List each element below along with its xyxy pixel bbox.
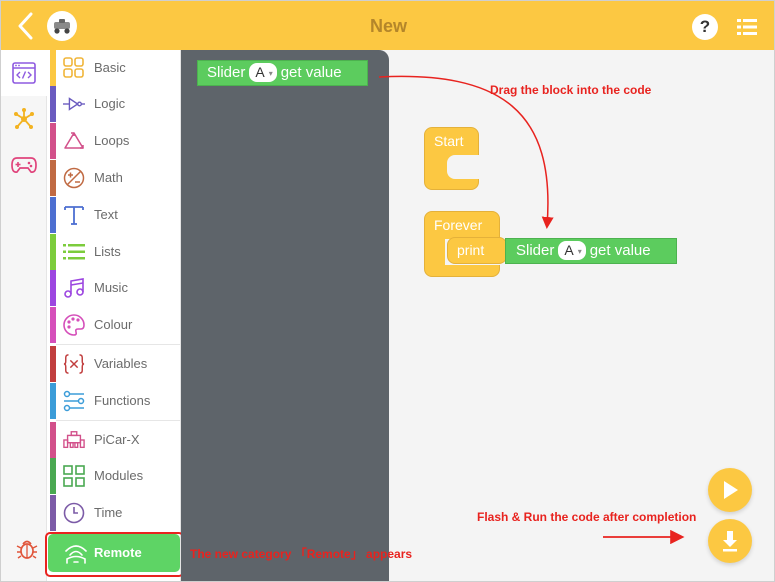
category-color-bar: [50, 346, 56, 382]
slider-get-value-block[interactable]: Slider A ▾ get value: [197, 60, 368, 86]
grid-icon: [63, 57, 85, 79]
code-window-icon: [12, 62, 36, 84]
braces-x-icon: [63, 353, 85, 375]
category-colour[interactable]: Colour: [47, 307, 180, 343]
download-icon: [723, 531, 737, 552]
category-remote[interactable]: Remote: [48, 534, 180, 572]
category-label: Logic: [94, 96, 126, 111]
category-modules[interactable]: Modules: [47, 458, 180, 494]
category-label: Remote: [94, 545, 142, 560]
run-button[interactable]: [708, 468, 752, 512]
category-divider: [56, 344, 180, 345]
bug-debug-icon[interactable]: [15, 537, 39, 561]
annotation-flash: Flash & Run the code after completion: [477, 510, 697, 524]
category-color-bar: [50, 50, 56, 86]
category-label: PiCar-X: [94, 432, 140, 447]
plus-minus-icon: [63, 167, 85, 189]
start-block-notch: [447, 155, 480, 179]
list-icon: [63, 241, 85, 263]
category-label: Colour: [94, 317, 133, 332]
print-block[interactable]: print: [447, 237, 507, 264]
category-label: Music: [94, 280, 128, 295]
category-label: Basic: [94, 60, 126, 75]
category-basic[interactable]: Basic: [47, 50, 180, 86]
dropdown-arrow-icon: ▾: [268, 68, 273, 78]
left-rail: [1, 50, 47, 581]
workspace-slider-block[interactable]: Slider A ▾ get value: [505, 238, 677, 264]
music-note-icon: [63, 277, 85, 299]
category-color-bar: [50, 422, 56, 458]
category-picar-x[interactable]: PiCar-X: [47, 422, 180, 458]
category-label: Variables: [94, 356, 148, 371]
gamepad-icon: [11, 157, 37, 173]
category-color-bar: [50, 458, 56, 494]
start-block[interactable]: Start: [424, 127, 480, 190]
dropdown-arrow-icon: ▾: [577, 246, 582, 256]
category-divider: [56, 420, 180, 421]
modules-icon: [63, 465, 85, 487]
robot-logo-icon: [47, 11, 77, 41]
category-functions[interactable]: Functions: [47, 383, 180, 419]
network-nodes-icon: [14, 108, 34, 129]
dropdown-value: A: [564, 242, 574, 258]
category-color-bar: [50, 86, 56, 122]
category-color-bar: [50, 270, 56, 306]
category-color-bar: [50, 234, 56, 270]
category-lists[interactable]: Lists: [47, 234, 180, 270]
category-label: Loops: [94, 133, 130, 148]
category-label: Modules: [94, 468, 144, 483]
list-menu-icon[interactable]: [737, 17, 757, 37]
category-color-bar: [50, 197, 56, 233]
category-logic[interactable]: Logic: [47, 86, 180, 122]
block-label-prefix: Slider: [207, 64, 246, 81]
category-text[interactable]: Text: [47, 197, 180, 233]
slider-dropdown[interactable]: A ▾: [558, 241, 586, 260]
slider-dropdown[interactable]: A ▾: [249, 63, 277, 82]
block-label-suffix: get value: [589, 242, 651, 259]
rail-item-network[interactable]: [1, 96, 47, 142]
help-button[interactable]: ?: [692, 14, 718, 40]
play-icon: [724, 481, 738, 499]
category-color-bar: [50, 123, 56, 159]
category-color-bar: [50, 307, 56, 343]
rail-item-gamepad[interactable]: [1, 142, 47, 188]
print-label: print: [457, 242, 485, 258]
annotation-drag: Drag the block into the code: [490, 83, 652, 97]
functions-icon: [63, 390, 85, 412]
block-label-prefix: Slider: [516, 242, 555, 259]
category-math[interactable]: Math: [47, 160, 180, 196]
rail-item-code[interactable]: [1, 50, 47, 96]
category-label: Math: [94, 170, 123, 185]
category-label: Lists: [94, 244, 121, 259]
download-button[interactable]: [708, 519, 752, 563]
start-label: Start: [434, 133, 464, 149]
block-label-suffix: get value: [280, 64, 342, 81]
category-label: Time: [94, 505, 123, 520]
dropdown-value: A: [255, 64, 265, 80]
category-label: Functions: [94, 393, 151, 408]
category-color-bar: [50, 383, 56, 419]
forever-label: Forever: [434, 217, 483, 233]
header-bar: New ?: [1, 1, 774, 50]
category-music[interactable]: Music: [47, 270, 180, 306]
remote-signal-icon: [65, 545, 87, 564]
car-icon: [63, 429, 85, 451]
category-list: Basic Logic Loops Math Text Lists Music …: [47, 50, 181, 581]
back-arrow-icon[interactable]: [15, 12, 37, 40]
clock-icon: [63, 502, 85, 524]
category-loops[interactable]: Loops: [47, 123, 180, 159]
block-flyout: Slider A ▾ get value: [181, 50, 389, 581]
text-t-icon: [63, 204, 85, 226]
category-variables[interactable]: Variables: [47, 346, 180, 382]
annotation-new-category: The new category 「Remote」 appears: [190, 547, 413, 561]
loop-arrows-icon: [63, 130, 85, 152]
category-color-bar: [50, 495, 56, 531]
page-title: New: [369, 16, 407, 36]
category-label: Text: [94, 207, 118, 222]
app-frame: New ? Basic Logic Loops Math Text Lists …: [0, 0, 775, 582]
category-time[interactable]: Time: [47, 495, 180, 531]
category-color-bar: [50, 160, 56, 196]
palette-icon: [63, 314, 85, 336]
logic-gate-icon: [63, 93, 85, 115]
